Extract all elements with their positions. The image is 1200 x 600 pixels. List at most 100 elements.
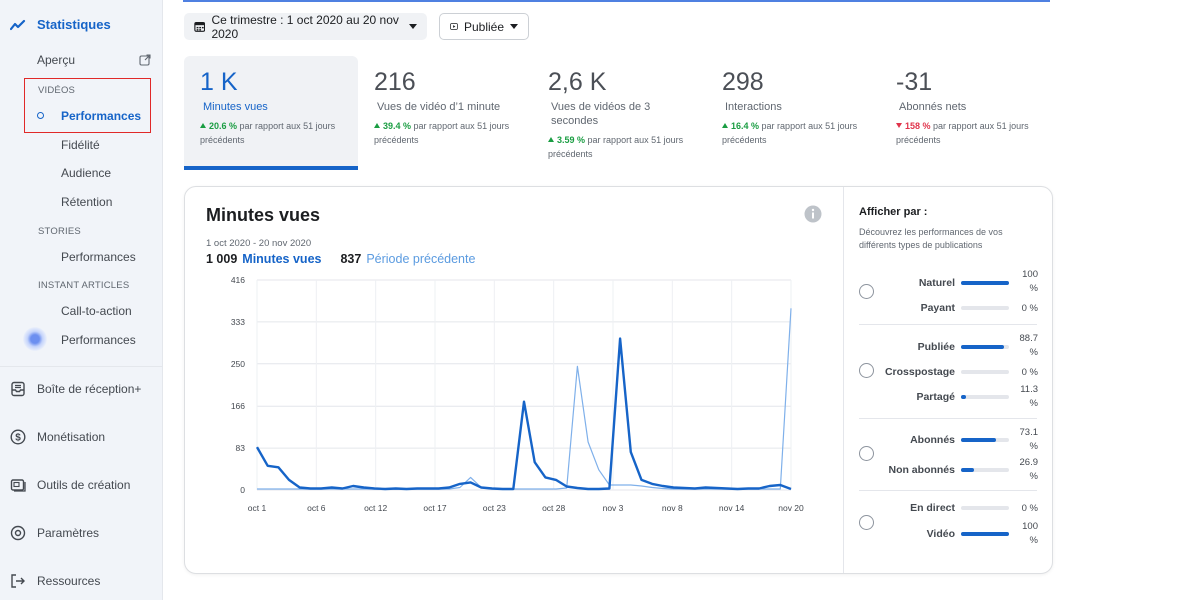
statistics-icon [10,19,26,30]
x-tick-label: nov 14 [719,503,745,513]
kpi-label: Interactions [725,101,782,113]
radio-followers[interactable] [859,446,874,461]
breakdown-bar-fill [961,281,1009,285]
breakdown-label: Payant [920,302,955,314]
previous-series-legend[interactable]: Période précédente [366,252,475,266]
top-accent-line [183,0,1050,2]
kpi-card-three-second-views[interactable]: 2,6 K Vues de vidéos de 3 secondes 3.59 … [532,56,706,170]
svg-text:$: $ [15,433,21,444]
kpi-label: Abonnés nets [899,101,967,113]
cursor-glow-icon [23,327,47,351]
section-instant-articles: INSTANT ARTICLES [38,280,130,291]
breakdown-label: Publiée [917,341,955,353]
trend-up-icon [548,137,554,142]
radio-distribution[interactable] [859,284,874,299]
series-line-previous [257,308,792,490]
series-line-current [255,337,792,491]
breakdown-bar-fill [961,395,967,399]
breakdown-separator [859,324,1037,325]
breakdown-label: Vidéo [926,528,955,540]
breakdown-pct: 0 % [1021,367,1038,378]
section-videos: VIDÉOS [38,85,76,96]
current-series-legend[interactable]: Minutes vues [242,252,321,266]
sidebar-item-settings[interactable]: Paramètres [10,525,99,541]
kpi-delta: 20.6 % par rapport aux 51 jours précéden… [200,119,350,147]
sidebar-item-inbox[interactable]: Boîte de réception+ [10,381,141,397]
breakdown-label: Crosspostage [884,366,955,378]
breakdown-pct: 100 % [1022,521,1038,546]
trend-up-icon [374,123,380,128]
breakdown-pct: 88.7 % [1019,333,1039,358]
kpi-delta: 3.59 % par rapport aux 51 jours précéden… [548,133,698,161]
radio-content-type[interactable] [859,515,874,530]
date-range-dropdown[interactable]: Ce trimestre : 1 oct 2020 au 20 nov 2020 [184,13,427,41]
sidebar-item-label: Ressources [37,574,101,588]
sidebar-item-resources[interactable]: Ressources [10,573,100,589]
breakdown-bar [961,281,1009,285]
video-icon [450,23,458,30]
statistics-nav-header[interactable]: Statistiques [10,17,111,32]
sidebar-item-call-to-action[interactable]: Call-to-action [61,304,132,318]
kpi-card-interactions[interactable]: 298 Interactions 16.4 % par rapport aux … [706,56,880,170]
kpi-label: Vues de vidéo d’1 minute [377,101,501,113]
breakdown-title: Afficher par : [859,206,928,218]
breakdown-bar-fill [961,438,997,442]
sidebar-item-performances-videos[interactable]: Performances [61,109,141,123]
sidebar-item-creator-tools[interactable]: Outils de création [10,477,130,493]
kpi-delta-pct: 20.6 % [209,121,238,131]
sidebar-item-label: Monétisation [37,430,106,444]
x-tick-label: oct 1 [248,503,267,513]
chevron-down-icon [510,24,518,29]
breakdown-description: Découvrez les performances de vos différ… [859,227,1003,250]
external-link-icon[interactable] [139,54,151,66]
line-chart: 0 83 166 250 333 416 oct 1 oct 6 oct 12 oct 17 oct… [231,275,804,513]
breakdown-pct: 0 % [1021,503,1038,514]
sidebar-item-audience[interactable]: Audience [61,166,111,180]
kpi-delta: 39.4 % par rapport aux 51 jours précéden… [374,119,524,147]
breakdown-bar [961,468,1009,472]
breakdown-bar [961,370,1009,374]
kpi-card-one-minute-views[interactable]: 216 Vues de vidéo d’1 minute 39.4 % par … [358,56,532,170]
x-tick-label: oct 17 [423,503,446,513]
y-tick-label: 166 [231,401,245,411]
kpi-delta: 158 % par rapport aux 51 jours précédent… [896,119,1046,147]
kpi-card-net-followers[interactable]: -31 Abonnés nets 158 % par rapport aux 5… [880,56,1054,170]
breakdown-bar-fill [961,468,974,472]
sidebar-item-monetisation[interactable]: $ Monétisation [10,429,105,445]
x-tick-label: nov 20 [778,503,804,513]
breakdown-label: Non abonnés [888,464,955,476]
active-indicator-icon [37,112,44,119]
active-tab-underline [184,166,358,170]
breakdown-bar [961,438,1009,442]
x-tick-label: oct 6 [307,503,326,513]
resources-icon [11,574,25,588]
kpi-card-minutes[interactable]: 1 K Minutes vues 20.6 % par rapport aux … [184,56,358,170]
kpi-delta: 16.4 % par rapport aux 51 jours précéden… [722,119,872,147]
previous-total: 837 [340,252,362,266]
statistics-title: Statistiques [37,17,111,32]
sidebar-item-performances-instant[interactable]: Performances [61,333,136,347]
kpi-value: 298 [722,68,764,96]
breakdown-pct: 73.1 % [1019,427,1039,452]
x-tick-label: nov 3 [603,503,624,513]
breakdown-bar-fill [961,532,1009,536]
sidebar-item-label: Outils de création [37,478,131,492]
sidebar-item-label: Boîte de réception+ [37,382,142,396]
breakdown-separator [859,490,1037,491]
sidebar-item-apercu[interactable]: Aperçu [37,53,75,67]
y-tick-label: 416 [231,275,245,285]
current-total: 1 009 [206,252,238,266]
info-icon[interactable] [804,205,822,223]
breakdown-pct: 26.9 % [1019,457,1039,482]
sidebar-item-retention[interactable]: Rétention [61,195,112,209]
kpi-value: 1 K [200,68,238,96]
chart-summary: 1 009 Minutes vues 837 Période précédent… [206,252,475,266]
section-stories: STORIES [38,226,81,237]
status-dropdown[interactable]: Publiée [439,13,529,40]
breakdown-pct: 11.3 % [1020,384,1038,409]
sidebar-item-fidelite[interactable]: Fidélité [61,138,100,152]
radio-publication-type[interactable] [859,363,874,378]
sidebar-item-performances-stories[interactable]: Performances [61,250,136,264]
breakdown-separator [859,418,1037,419]
gear-icon [10,525,26,541]
